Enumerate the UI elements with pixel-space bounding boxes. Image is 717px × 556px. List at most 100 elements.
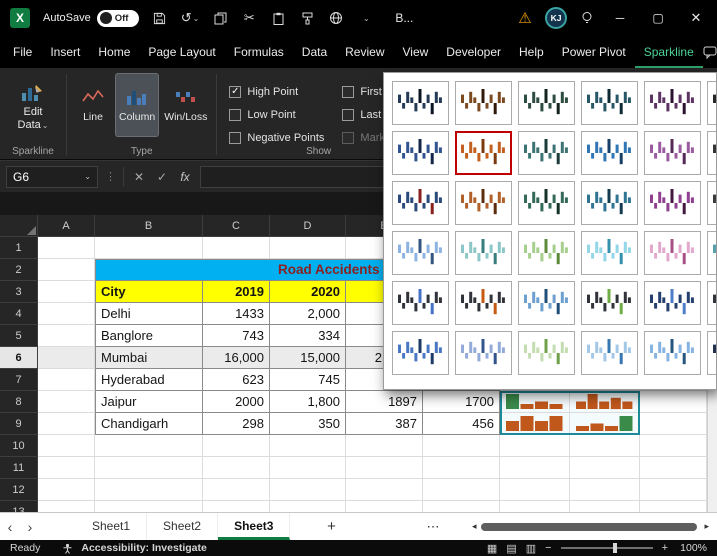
sparkline-style-option-r1-c4[interactable]	[581, 81, 638, 125]
sparkline-style-option-r5-c4[interactable]	[581, 281, 638, 325]
column-header-C[interactable]: C	[203, 215, 270, 237]
cell-D4[interactable]: 2,000	[270, 303, 346, 325]
scroll-right-icon[interactable]: ▸	[704, 521, 709, 532]
sparkline-style-option-r5-c2[interactable]	[455, 281, 512, 325]
cell-F11[interactable]	[423, 457, 500, 479]
cell-A4[interactable]	[38, 303, 95, 325]
cell-C1[interactable]	[203, 237, 270, 259]
cell-D12[interactable]	[270, 479, 346, 501]
menu-tab-page-layout[interactable]: Page Layout	[139, 36, 224, 68]
cell-G8[interactable]	[500, 391, 570, 413]
row-header-10[interactable]: 10	[0, 435, 38, 457]
type-button-column[interactable]: Column	[115, 73, 160, 137]
cell-G13[interactable]	[500, 501, 570, 512]
sparkline-style-option-r1-c1[interactable]	[392, 81, 449, 125]
maximize-button[interactable]: ▢	[645, 11, 671, 25]
type-button-line[interactable]: Line	[73, 73, 113, 137]
horizontal-scrollbar[interactable]: ◂ ▸	[472, 521, 717, 532]
sparkline-style-option-r4-c1[interactable]	[392, 231, 449, 275]
cell-I9[interactable]	[640, 413, 707, 435]
cell-H13[interactable]	[570, 501, 640, 512]
cell-E10[interactable]	[346, 435, 423, 457]
cell-I12[interactable]	[640, 479, 707, 501]
checkbox-high-point[interactable]: ✓ High Point	[229, 81, 324, 102]
autosave-toggle[interactable]: AutoSave Off	[43, 9, 139, 27]
sparkline-style-option-r2-c1[interactable]	[392, 131, 449, 175]
sparkline-style-option-r5-c1[interactable]	[392, 281, 449, 325]
sparkline-style-option-r1-c3[interactable]	[518, 81, 575, 125]
cell-F10[interactable]	[423, 435, 500, 457]
sparkline-style-option-r3-c6[interactable]	[707, 181, 716, 225]
sparkline-style-option-r6-c5[interactable]	[644, 331, 701, 375]
sparkline-style-option-r3-c3[interactable]	[518, 181, 575, 225]
row-header-8[interactable]: 8	[0, 391, 38, 413]
sheet-tab-sheet2[interactable]: Sheet2	[147, 513, 219, 540]
view-normal-icon[interactable]: ▦	[487, 542, 497, 555]
menu-tab-power-pivot[interactable]: Power Pivot	[553, 36, 635, 68]
cell-H10[interactable]	[570, 435, 640, 457]
cell-D10[interactable]	[270, 435, 346, 457]
zoom-level[interactable]: 100%	[677, 542, 707, 554]
sparkline-style-option-r1-c5[interactable]	[644, 81, 701, 125]
cell-H11[interactable]	[570, 457, 640, 479]
cell-B3[interactable]: City	[95, 281, 203, 303]
cell-D5[interactable]: 334	[270, 325, 346, 347]
menu-tab-view[interactable]: View	[394, 36, 438, 68]
column-header-D[interactable]: D	[270, 215, 346, 237]
excel-logo-icon[interactable]: X	[10, 8, 30, 28]
cell-A11[interactable]	[38, 457, 95, 479]
cell-A13[interactable]	[38, 501, 95, 512]
view-page-layout-icon[interactable]: ▤	[506, 542, 516, 555]
row-header-5[interactable]: 5	[0, 325, 38, 347]
sparkline-style-option-r2-c4[interactable]	[581, 131, 638, 175]
cell-B8[interactable]: Jaipur	[95, 391, 203, 413]
edit-data-button[interactable]: Edit Data⌄	[6, 73, 60, 139]
cell-D13[interactable]	[270, 501, 346, 512]
cell-F8[interactable]: 1700	[423, 391, 500, 413]
close-button[interactable]: ✕	[683, 10, 709, 26]
cell-B9[interactable]: Chandigarh	[95, 413, 203, 435]
cell-A12[interactable]	[38, 479, 95, 501]
cell-E13[interactable]	[346, 501, 423, 512]
sparkline-style-option-r4-c4[interactable]	[581, 231, 638, 275]
enter-icon[interactable]: ✓	[154, 170, 170, 184]
cell-C11[interactable]	[203, 457, 270, 479]
sparkline-style-option-r6-c1[interactable]	[392, 331, 449, 375]
sparkline-style-option-r6-c4[interactable]	[581, 331, 638, 375]
sparkline-style-option-r6-c6[interactable]	[707, 331, 716, 375]
menu-tab-help[interactable]: Help	[510, 36, 553, 68]
comments-icon[interactable]	[703, 45, 717, 59]
cell-B4[interactable]: Delhi	[95, 303, 203, 325]
sparkline-style-option-r2-c5[interactable]	[644, 131, 701, 175]
menu-tab-developer[interactable]: Developer	[437, 36, 510, 68]
cell-A2[interactable]	[38, 259, 95, 281]
paste-icon[interactable]	[270, 12, 286, 25]
cell-D3[interactable]: 2020	[270, 281, 346, 303]
sparkline-style-option-r1-c2[interactable]	[455, 81, 512, 125]
sparkline-style-option-r3-c5[interactable]	[644, 181, 701, 225]
cell-B12[interactable]	[95, 479, 203, 501]
row-header-4[interactable]: 4	[0, 303, 38, 325]
sparkline-style-option-r5-c6[interactable]	[707, 281, 716, 325]
cell-G11[interactable]	[500, 457, 570, 479]
share-globe-icon[interactable]	[328, 11, 344, 25]
cell-H8[interactable]	[570, 391, 640, 413]
menu-tab-file[interactable]: File	[4, 36, 41, 68]
format-painter-icon[interactable]	[299, 12, 315, 25]
row-header-11[interactable]: 11	[0, 457, 38, 479]
cell-B6[interactable]: Mumbai	[95, 347, 203, 369]
sparkline-style-option-r3-c1[interactable]	[392, 181, 449, 225]
column-header-A[interactable]: A	[38, 215, 95, 237]
cell-D6[interactable]: 15,000	[270, 347, 346, 369]
sparkline-style-option-r4-c6[interactable]	[707, 231, 716, 275]
insert-function-icon[interactable]: fx	[177, 170, 193, 184]
warning-icon[interactable]: ⚠	[517, 9, 533, 27]
view-page-break-icon[interactable]: ▥	[526, 542, 536, 555]
row-header-12[interactable]: 12	[0, 479, 38, 501]
menu-tab-insert[interactable]: Insert	[41, 36, 89, 68]
cell-B13[interactable]	[95, 501, 203, 512]
cell-C3[interactable]: 2019	[203, 281, 270, 303]
menu-tab-home[interactable]: Home	[89, 36, 139, 68]
sheet-menu-dots-icon[interactable]: ⋯	[426, 519, 439, 535]
row-header-6[interactable]: 6	[0, 347, 38, 369]
